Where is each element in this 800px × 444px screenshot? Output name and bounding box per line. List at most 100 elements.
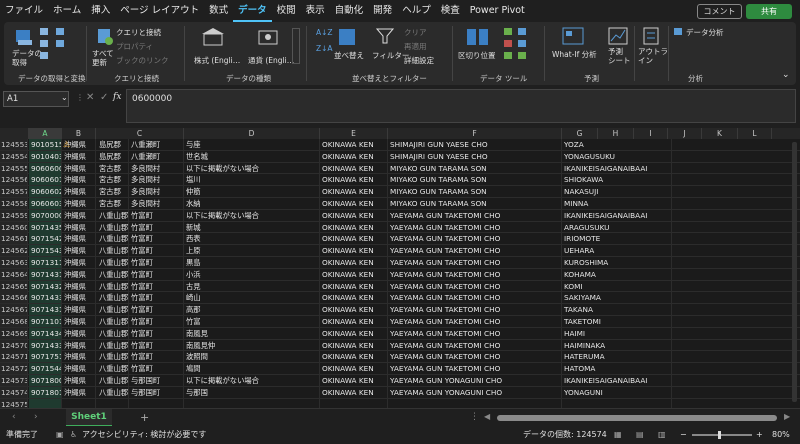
table-cell[interactable]: 仲筋: [184, 186, 320, 198]
table-cell[interactable]: 竹富町: [129, 268, 184, 280]
text-to-columns-button[interactable]: 区切り位置: [458, 50, 496, 61]
table-cell[interactable]: YONAGUNI: [562, 386, 672, 398]
table-cell[interactable]: 沖縄県: [62, 198, 96, 209]
row-header[interactable]: 124569: [0, 327, 28, 339]
table-cell[interactable]: KOHAMA: [562, 268, 672, 280]
data-analysis-button[interactable]: データ分析: [686, 27, 724, 38]
table-cell[interactable]: 以下に掲載がない場合: [184, 375, 320, 386]
table-cell[interactable]: YAEYAMA GUN TAKETOMI CHO: [388, 221, 562, 233]
table-cell[interactable]: 竹富町: [129, 363, 184, 375]
table-cell[interactable]: 竹富町: [129, 351, 184, 363]
table-cell[interactable]: OKINAWA KEN: [320, 209, 388, 221]
table-cell[interactable]: HAIMI: [562, 327, 672, 339]
advanced-filter-button[interactable]: 詳細設定: [404, 55, 434, 66]
zoom-in-icon[interactable]: +: [756, 426, 763, 444]
zoom-slider[interactable]: [692, 434, 752, 436]
add-sheet-icon[interactable]: +: [140, 411, 149, 424]
table-cell[interactable]: YAEYAMA GUN TAKETOMI CHO: [388, 209, 562, 221]
chevron-down-icon[interactable]: ⌄: [61, 93, 68, 102]
table-cell[interactable]: YAEYAMA GUN TAKETOMI CHO: [388, 245, 562, 257]
table-cell[interactable]: SAKIYAMA: [562, 292, 672, 304]
table-cell[interactable]: [320, 398, 388, 408]
vertical-scrollbar[interactable]: [792, 142, 797, 402]
table-cell[interactable]: [62, 398, 96, 408]
scroll-right-icon[interactable]: ▶: [784, 412, 790, 421]
table-cell[interactable]: OKINAWA KEN: [320, 386, 388, 398]
table-cell[interactable]: 古見: [184, 280, 320, 292]
table-cell[interactable]: 竹富町: [129, 316, 184, 327]
table-cell[interactable]: 黒島: [184, 257, 320, 268]
menu-tab[interactable]: 開発: [368, 0, 397, 22]
table-cell[interactable]: IKANIKEISAIGANAIBAAI: [562, 209, 672, 221]
row-header[interactable]: 124562: [0, 245, 28, 257]
row-header[interactable]: 124559: [0, 209, 28, 221]
column-header[interactable]: I: [634, 128, 668, 139]
table-cell[interactable]: OKINAWA KEN: [320, 198, 388, 209]
table-cell[interactable]: 水納: [184, 198, 320, 209]
column-header[interactable]: A: [29, 128, 62, 139]
table-cell[interactable]: TAKETOMI: [562, 316, 672, 327]
consolidate-icon[interactable]: [518, 28, 526, 35]
row-header[interactable]: 124568: [0, 316, 28, 327]
data-types-scroll[interactable]: [292, 28, 300, 64]
table-cell[interactable]: HATOMA: [562, 363, 672, 375]
table-cell[interactable]: 竹富町: [129, 280, 184, 292]
table-cell[interactable]: YOZA: [562, 139, 672, 150]
table-cell[interactable]: 9060601: [29, 174, 62, 186]
confirm-icon[interactable]: ✓: [100, 92, 108, 103]
table-cell[interactable]: 八重山郡: [97, 375, 129, 386]
table-cell[interactable]: 沖縄県: [62, 233, 96, 245]
table-cell[interactable]: 沖縄県: [62, 375, 96, 386]
table-cell[interactable]: 竹富町: [129, 233, 184, 245]
row-header[interactable]: 124565: [0, 280, 28, 292]
table-cell[interactable]: OKINAWA KEN: [320, 221, 388, 233]
queries-connections-button[interactable]: クエリと接続: [116, 27, 161, 38]
table-cell[interactable]: 沖縄県: [62, 292, 96, 304]
table-cell[interactable]: ARAGUSUKU: [562, 221, 672, 233]
table-cell[interactable]: 宮古郡: [97, 186, 129, 198]
sort-asc-icon[interactable]: A↓Z: [316, 28, 333, 37]
table-cell[interactable]: 9071433: [29, 292, 62, 304]
remove-duplicates-icon[interactable]: [504, 40, 512, 47]
sort-desc-icon[interactable]: Z↓A: [316, 44, 333, 53]
refresh-all-button[interactable]: すべて 更新: [92, 49, 114, 67]
table-cell[interactable]: YAEYAMA GUN TAKETOMI CHO: [388, 351, 562, 363]
table-cell[interactable]: 八重山郡: [97, 292, 129, 304]
table-cell[interactable]: OKINAWA KEN: [320, 339, 388, 351]
column-header[interactable]: G: [562, 128, 598, 139]
menu-tab[interactable]: 自動化: [330, 0, 369, 22]
table-cell[interactable]: OKINAWA KEN: [320, 233, 388, 245]
horizontal-scrollbar[interactable]: [497, 415, 777, 421]
column-header[interactable]: K: [702, 128, 738, 139]
table-cell[interactable]: OKINAWA KEN: [320, 351, 388, 363]
relationships-icon[interactable]: [518, 40, 526, 47]
table-cell[interactable]: 八重山郡: [97, 257, 129, 268]
row-header[interactable]: 124574: [0, 386, 28, 398]
table-cell[interactable]: 以下に掲載がない場合: [184, 209, 320, 221]
table-cell[interactable]: 9071801: [29, 386, 62, 398]
menu-tab[interactable]: データ: [233, 0, 272, 22]
reapply-button[interactable]: 再適用: [404, 41, 427, 52]
table-cell[interactable]: 以下に掲載がない場合: [184, 162, 320, 174]
table-cell[interactable]: 9071434: [29, 327, 62, 339]
table-cell[interactable]: [562, 398, 672, 408]
row-header[interactable]: 124557: [0, 186, 28, 198]
table-cell[interactable]: 沖縄県: [62, 268, 96, 280]
column-header[interactable]: E: [320, 128, 388, 139]
spreadsheet-grid[interactable]: ABCDEFGHIJKL 124553 9010515 沖縄県 島尻郡 八重瀬町 与座 OK…: [0, 128, 800, 408]
table-cell[interactable]: 宮古郡: [97, 198, 129, 209]
table-cell[interactable]: 9071431: [29, 268, 62, 280]
table-cell[interactable]: 沖縄県: [62, 280, 96, 292]
table-cell[interactable]: 沖縄県: [62, 327, 96, 339]
table-cell[interactable]: YAEYAMA GUN YONAGUNI CHO: [388, 386, 562, 398]
table-cell[interactable]: YAEYAMA GUN TAKETOMI CHO: [388, 233, 562, 245]
page-layout-icon[interactable]: ▤: [636, 426, 644, 444]
table-cell[interactable]: OKINAWA KEN: [320, 186, 388, 198]
row-header[interactable]: 124554: [0, 150, 28, 162]
table-cell[interactable]: 沖縄県: [62, 162, 96, 174]
table-cell[interactable]: HAIMINAKA: [562, 339, 672, 351]
table-cell[interactable]: TAKANA: [562, 304, 672, 316]
table-cell[interactable]: 沖縄県: [62, 150, 96, 162]
table-cell[interactable]: 9071311: [29, 257, 62, 268]
table-cell[interactable]: UEHARA: [562, 245, 672, 257]
